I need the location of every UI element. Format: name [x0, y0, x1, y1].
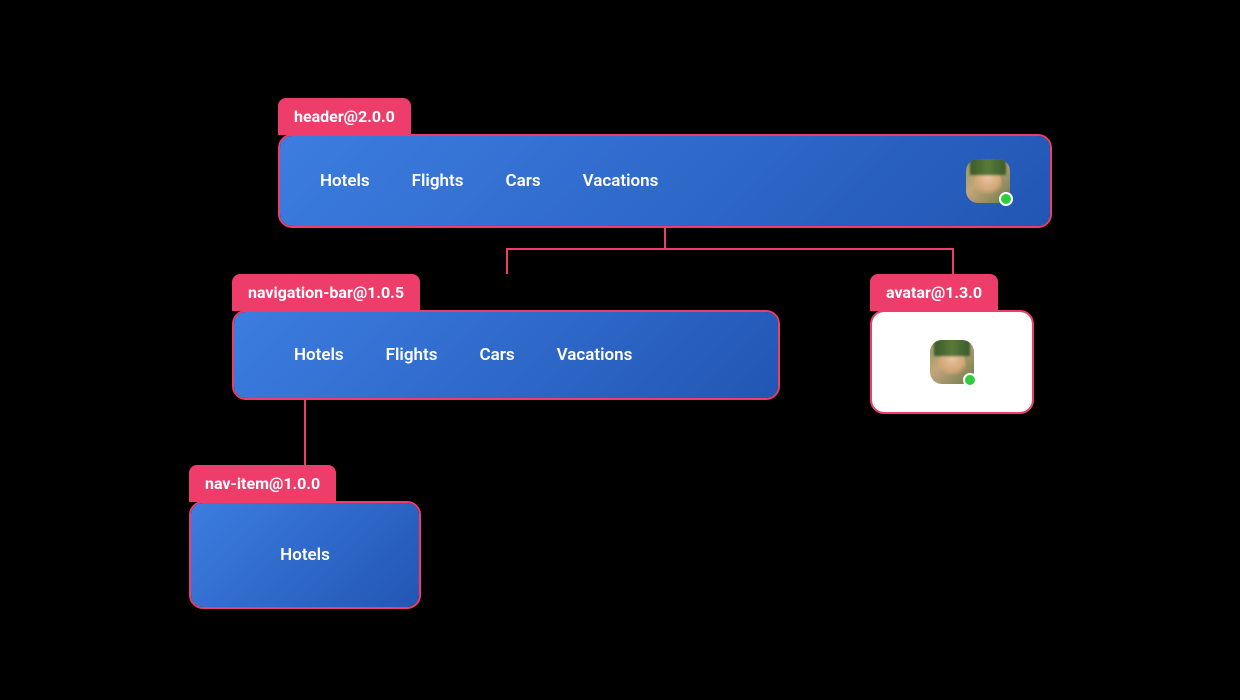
nav-item-hotels[interactable]: Hotels — [294, 345, 344, 365]
status-online-icon — [999, 192, 1013, 206]
connector-line — [664, 228, 666, 248]
nav-item-hotels[interactable]: Hotels — [320, 171, 370, 191]
component-navigation-bar: navigation-bar@1.0.5 Hotels Flights Cars… — [232, 310, 780, 400]
status-online-icon — [963, 373, 977, 387]
component-nav-item: nav-item@1.0.0 Hotels — [189, 501, 421, 609]
connector-line — [952, 248, 954, 274]
connector-line — [506, 248, 508, 274]
component-avatar: avatar@1.3.0 — [870, 310, 1034, 414]
nav-item-vacations[interactable]: Vacations — [583, 171, 659, 191]
nav-item-vacations[interactable]: Vacations — [557, 345, 633, 365]
connector-line — [304, 400, 306, 465]
header-avatar-wrap — [966, 159, 1010, 203]
nav-item-cars[interactable]: Cars — [505, 171, 540, 191]
nav-item-cars[interactable]: Cars — [479, 345, 514, 365]
avatar-wrap — [930, 340, 974, 384]
component-header-label: header@2.0.0 — [278, 98, 411, 135]
component-avatar-label: avatar@1.3.0 — [870, 274, 998, 311]
nav-item-flights[interactable]: Flights — [386, 345, 438, 365]
header-panel: Hotels Flights Cars Vacations — [280, 136, 1050, 226]
nav-item-text[interactable]: Hotels — [280, 545, 330, 565]
component-navigation-bar-label: navigation-bar@1.0.5 — [232, 274, 420, 311]
component-header: header@2.0.0 Hotels Flights Cars Vacatio… — [278, 134, 1052, 228]
nav-item-flights[interactable]: Flights — [412, 171, 464, 191]
connector-line — [506, 248, 954, 250]
avatar-panel — [872, 312, 1032, 412]
component-nav-item-label: nav-item@1.0.0 — [189, 465, 336, 502]
nav-item-panel: Hotels — [191, 503, 419, 607]
header-nav: Hotels Flights Cars Vacations — [320, 171, 658, 191]
navigation-bar-panel: Hotels Flights Cars Vacations — [234, 312, 778, 398]
navigation-bar-nav: Hotels Flights Cars Vacations — [294, 345, 632, 365]
